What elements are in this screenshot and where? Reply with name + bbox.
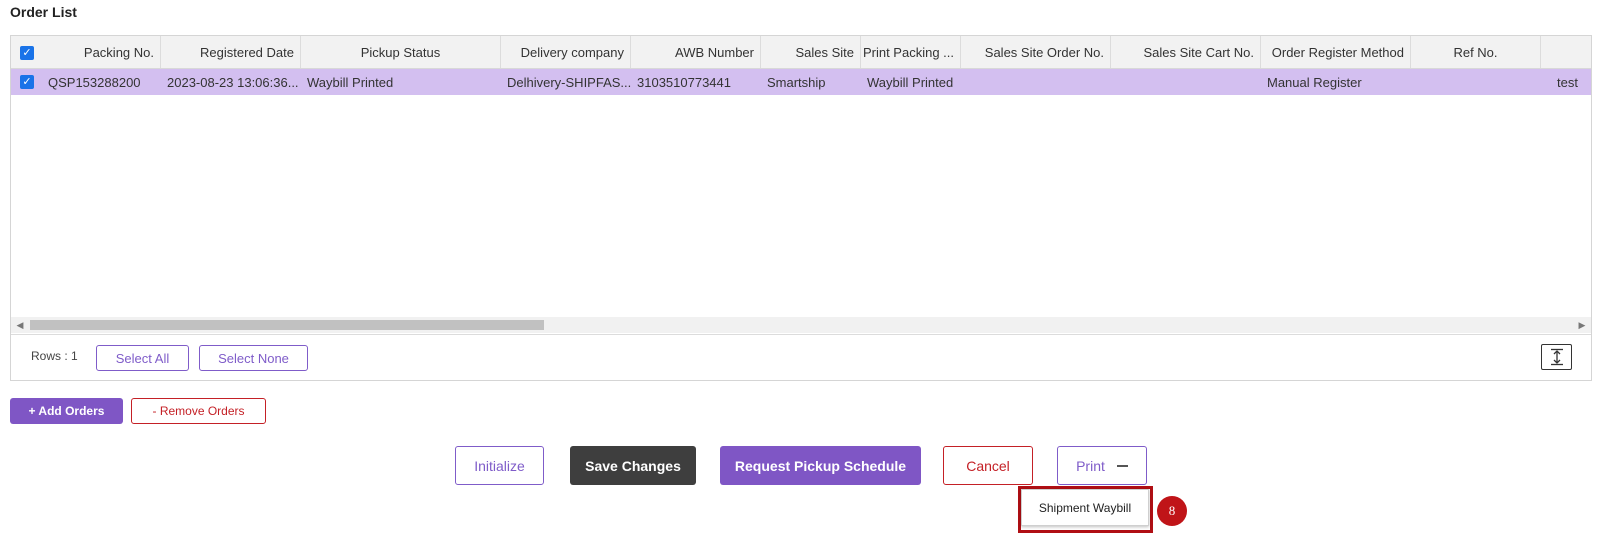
cell-ref-no xyxy=(1411,69,1541,95)
print-label: Print xyxy=(1076,457,1105,474)
initialize-button[interactable]: Initialize xyxy=(455,446,544,485)
remove-orders-button[interactable]: - Remove Orders xyxy=(131,398,266,424)
col-header-delivery-company[interactable]: Delivery company xyxy=(501,36,631,68)
scroll-right-icon[interactable]: ▶ xyxy=(1575,317,1589,333)
collapse-icon xyxy=(1116,464,1128,467)
table-row[interactable]: ✓ QSP153288200 2023-08-23 13:06:36... Wa… xyxy=(11,69,1591,95)
page-title: Order List xyxy=(10,4,77,20)
cell-awb-number: 3103510773441 xyxy=(637,74,731,90)
col-header-pickup-status[interactable]: Pickup Status xyxy=(301,36,501,68)
cell-pickup-status: Waybill Printed xyxy=(307,74,394,90)
order-grid: ✓ Packing No. Registered Date Pickup Sta… xyxy=(10,35,1592,381)
cell-sales-site-cart-no xyxy=(1111,69,1261,95)
save-changes-button[interactable]: Save Changes xyxy=(570,446,696,485)
cancel-button[interactable]: Cancel xyxy=(943,446,1033,485)
expand-vertical-icon[interactable] xyxy=(1541,344,1572,370)
grid-header: ✓ Packing No. Registered Date Pickup Sta… xyxy=(11,36,1591,69)
cell-registered-date: 2023-08-23 13:06:36... xyxy=(167,74,299,90)
request-pickup-schedule-button[interactable]: Request Pickup Schedule xyxy=(720,446,921,485)
cell-delivery-company: Delhivery-SHIPFAS... xyxy=(507,74,631,90)
select-none-button[interactable]: Select None xyxy=(199,345,308,371)
grid-footer: Rows : 1 Select All Select None xyxy=(11,334,1591,380)
col-header-order-register-method[interactable]: Order Register Method xyxy=(1261,36,1411,68)
select-all-checkbox[interactable]: ✓ xyxy=(20,46,34,60)
scrollbar-thumb[interactable] xyxy=(30,320,544,330)
step-number-badge: 8 xyxy=(1157,496,1187,526)
select-all-button[interactable]: Select All xyxy=(96,345,189,371)
cell-sales-site-order-no xyxy=(961,69,1111,95)
rows-count: Rows : 1 xyxy=(31,349,78,363)
col-header-ref-no[interactable]: Ref No. xyxy=(1411,36,1541,68)
cell-extra: test xyxy=(1557,74,1578,90)
row-checkbox[interactable]: ✓ xyxy=(20,75,34,89)
horizontal-scrollbar[interactable]: ◀ ▶ xyxy=(11,317,1591,333)
cell-sales-site: Smartship xyxy=(767,74,826,90)
add-orders-button[interactable]: + Add Orders xyxy=(10,398,123,424)
print-button[interactable]: Print xyxy=(1057,446,1147,485)
col-header-sales-site-order-no[interactable]: Sales Site Order No. xyxy=(961,36,1111,68)
col-header-packing-no[interactable]: Packing No. xyxy=(42,36,161,68)
col-header-sales-site-cart-no[interactable]: Sales Site Cart No. xyxy=(1111,36,1261,68)
cell-order-register-method: Manual Register xyxy=(1267,74,1362,90)
scroll-left-icon[interactable]: ◀ xyxy=(13,317,27,333)
col-header-awb-number[interactable]: AWB Number xyxy=(631,36,761,68)
col-header-registered-date[interactable]: Registered Date xyxy=(161,36,301,68)
cell-print-packing: Waybill Printed xyxy=(867,74,954,90)
col-header-sales-site[interactable]: Sales Site xyxy=(761,36,861,68)
cell-packing-no: QSP153288200 xyxy=(48,74,141,90)
shipment-waybill-menu-item[interactable]: Shipment Waybill xyxy=(1021,489,1149,526)
col-header-print-packing[interactable]: Print Packing ... xyxy=(861,36,961,68)
